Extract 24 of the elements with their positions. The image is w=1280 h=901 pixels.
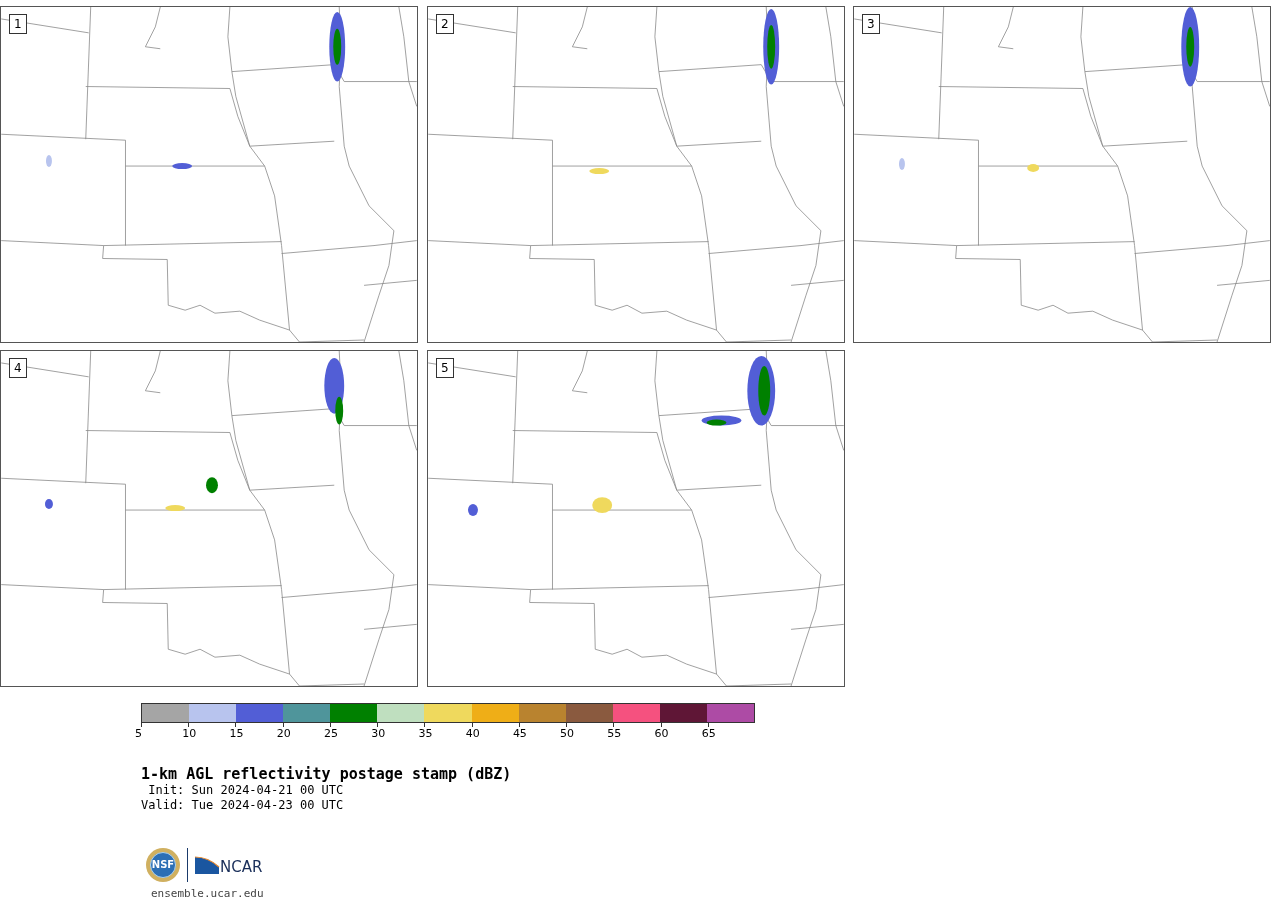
website-url: ensemble.ucar.edu (151, 887, 265, 900)
init-time: Init: Sun 2024-04-21 00 UTC (147, 783, 345, 798)
valid-time: Valid: Tue 2024-04-23 00 UTC (141, 798, 345, 813)
tick-label: 50 (560, 728, 575, 739)
nsf-logo: NSF (145, 847, 181, 883)
tick-label: 25 (323, 728, 338, 739)
ncar-logo: NCAR (194, 855, 263, 875)
tick-label: 20 (276, 728, 291, 739)
chart-title: 1-km AGL reflectivity postage stamp (dBZ) (141, 765, 513, 783)
tick-label: 15 (229, 728, 244, 739)
tick-label: 65 (701, 728, 716, 739)
panel-number: 5 (436, 358, 454, 378)
panel-number: 3 (862, 14, 880, 34)
tick-label: 10 (182, 728, 197, 739)
panel-number: 2 (436, 14, 454, 34)
tick-label: 35 (418, 728, 433, 739)
tick-label: 45 (512, 728, 527, 739)
tick-label: 40 (465, 728, 480, 739)
tick-label: 60 (654, 728, 669, 739)
panel-number: 4 (9, 358, 27, 378)
tick-label: 5 (135, 728, 142, 739)
tick-label: 55 (607, 728, 622, 739)
panel-number: 1 (9, 14, 27, 34)
tick-label: 30 (371, 728, 386, 739)
